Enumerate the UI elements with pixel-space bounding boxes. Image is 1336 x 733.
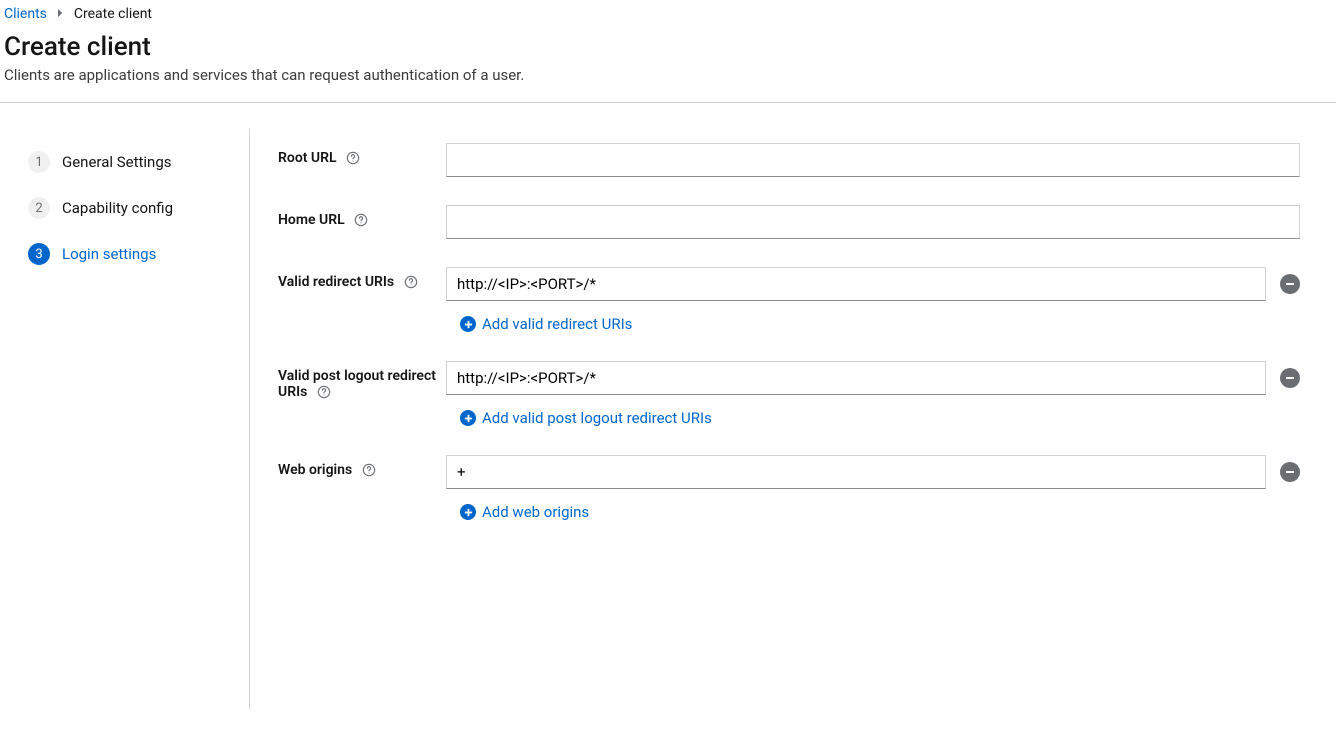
add-valid-redirect-uris-button[interactable]: Add valid redirect URIs: [460, 315, 632, 333]
plus-icon: [460, 410, 476, 426]
content: 1 General Settings 2 Capability config 3…: [0, 103, 1336, 709]
wizard-stepper: 1 General Settings 2 Capability config 3…: [0, 129, 250, 709]
help-icon[interactable]: [317, 385, 331, 399]
step-label: General Settings: [62, 153, 172, 171]
home-url-input[interactable]: [446, 205, 1300, 239]
add-link-label: Add web origins: [482, 503, 589, 521]
page-title: Create client: [4, 32, 1332, 62]
form-row-root-url: Root URL: [278, 143, 1300, 177]
valid-redirect-uris-input[interactable]: [446, 267, 1266, 301]
breadcrumb-parent-link[interactable]: Clients: [4, 6, 47, 22]
page-description: Clients are applications and services th…: [4, 66, 1332, 84]
form-row-web-origins: Web origins Add web origins: [278, 455, 1300, 521]
web-origins-input[interactable]: [446, 455, 1266, 489]
web-origins-label: Web origins: [278, 462, 352, 478]
add-web-origins-button[interactable]: Add web origins: [460, 503, 589, 521]
breadcrumb-current: Create client: [74, 6, 152, 22]
step-label: Capability config: [62, 199, 173, 217]
help-icon[interactable]: [362, 463, 376, 477]
form-row-valid-post-logout-redirect-uris: Valid post logout redirect URIs Add val: [278, 361, 1300, 427]
help-icon[interactable]: [354, 213, 368, 227]
root-url-input[interactable]: [446, 143, 1300, 177]
add-link-label: Add valid redirect URIs: [482, 315, 632, 333]
remove-button[interactable]: [1280, 368, 1300, 388]
home-url-label: Home URL: [278, 212, 345, 228]
help-icon[interactable]: [404, 275, 418, 289]
step-capability-config[interactable]: 2 Capability config: [28, 189, 233, 227]
root-url-label: Root URL: [278, 150, 337, 166]
chevron-right-icon: [57, 8, 64, 21]
help-icon[interactable]: [346, 151, 360, 165]
page-header: Create client Clients are applications a…: [0, 28, 1336, 102]
add-link-label: Add valid post logout redirect URIs: [482, 409, 712, 427]
plus-icon: [460, 316, 476, 332]
valid-post-logout-redirect-uris-input[interactable]: [446, 361, 1266, 395]
valid-post-logout-redirect-uris-label: Valid post logout redirect URIs: [278, 368, 436, 400]
add-valid-post-logout-redirect-uris-button[interactable]: Add valid post logout redirect URIs: [460, 409, 712, 427]
breadcrumb: Clients Create client: [0, 0, 1336, 28]
remove-button[interactable]: [1280, 274, 1300, 294]
remove-button[interactable]: [1280, 462, 1300, 482]
step-number: 1: [28, 151, 50, 173]
valid-redirect-uris-label: Valid redirect URIs: [278, 274, 394, 290]
plus-icon: [460, 504, 476, 520]
step-label: Login settings: [62, 245, 156, 263]
step-login-settings[interactable]: 3 Login settings: [28, 235, 233, 273]
step-general-settings[interactable]: 1 General Settings: [28, 143, 233, 181]
step-number: 2: [28, 197, 50, 219]
form-row-home-url: Home URL: [278, 205, 1300, 239]
form-area: Root URL Home URL: [250, 129, 1336, 709]
form-row-valid-redirect-uris: Valid redirect URIs Add valid redirect: [278, 267, 1300, 333]
step-number: 3: [28, 243, 50, 265]
